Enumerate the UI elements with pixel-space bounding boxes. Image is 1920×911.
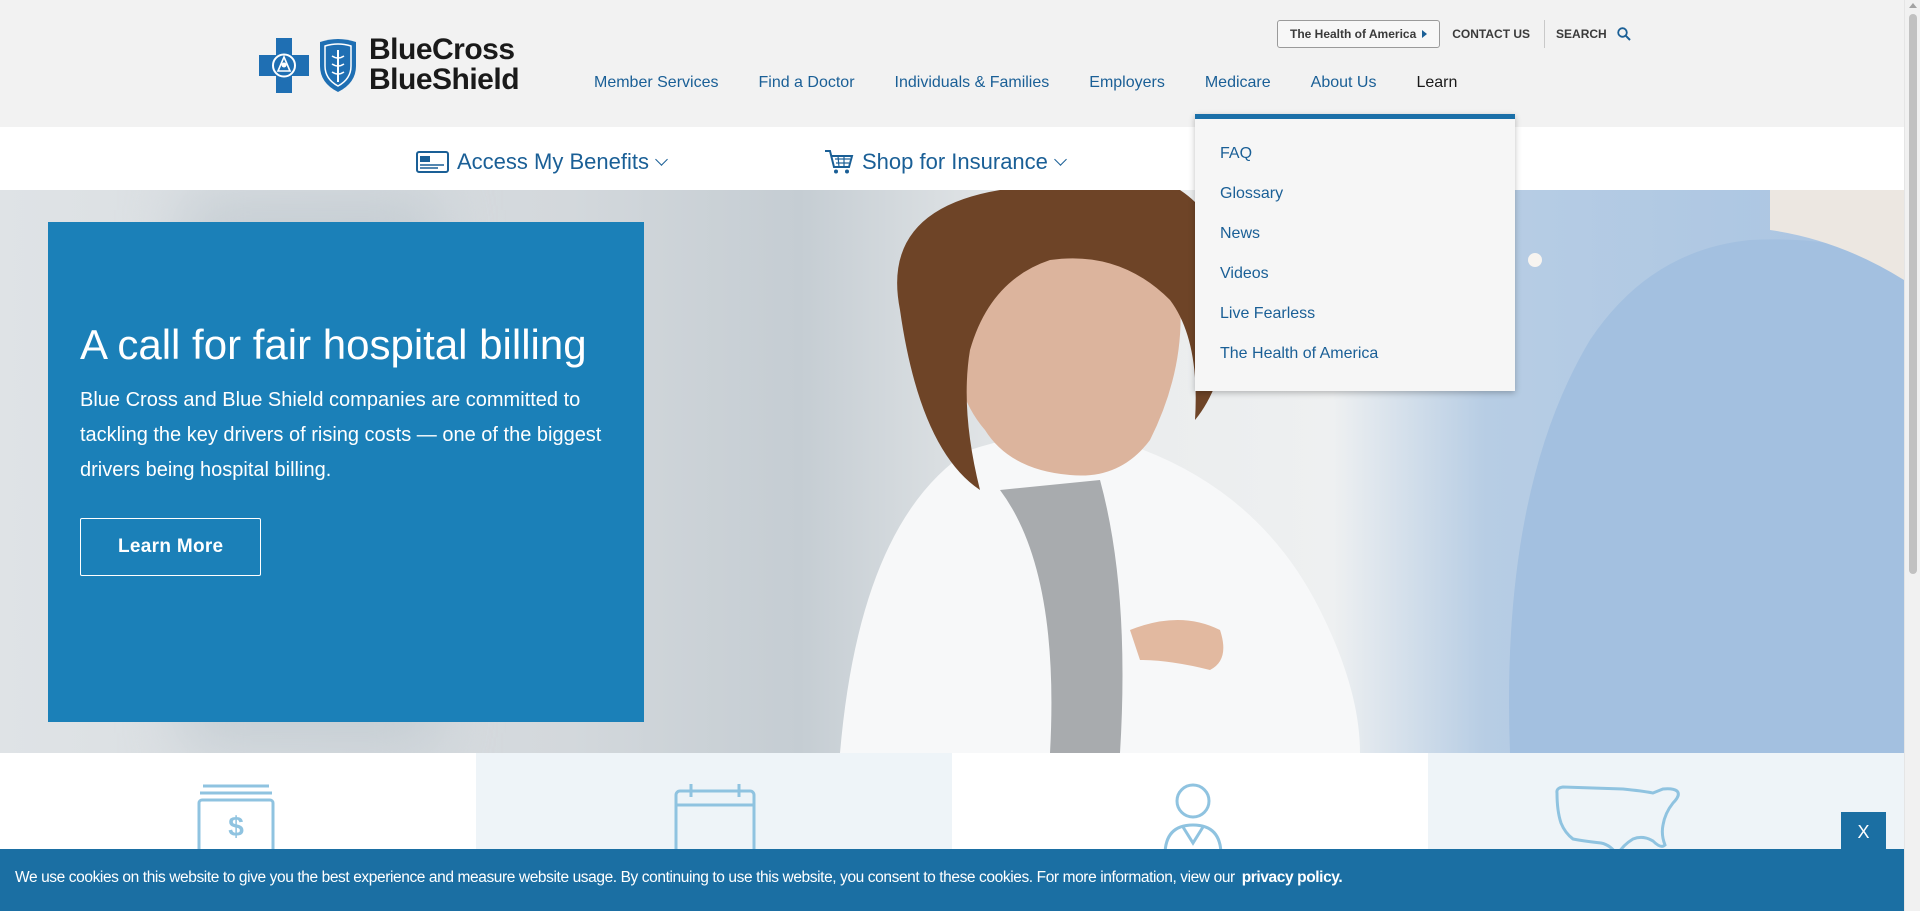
dropdown-item-faq[interactable]: FAQ bbox=[1220, 145, 1515, 185]
logo-line2: BlueShield bbox=[369, 63, 520, 96]
cookie-message: We use cookies on this website to give y… bbox=[15, 869, 1343, 887]
hero-title: A call for fair hospital billing bbox=[80, 321, 587, 368]
hero-body: Blue Cross and Blue Shield companies are… bbox=[80, 389, 602, 481]
sub-nav: Access My Benefits Shop for Insurance bbox=[0, 127, 1904, 190]
nav-find-a-doctor[interactable]: Find a Doctor bbox=[758, 74, 854, 92]
chevron-down-icon bbox=[655, 152, 668, 166]
dropdown-item-news[interactable]: News bbox=[1220, 225, 1515, 265]
feature-tile-locations[interactable] bbox=[1428, 753, 1904, 861]
dropdown-item-videos[interactable]: Videos bbox=[1220, 265, 1515, 305]
access-benefits-label: Access My Benefits bbox=[457, 149, 649, 174]
member-card-icon bbox=[416, 151, 449, 173]
utility-nav: The Health of America CONTACT US SEARCH bbox=[1277, 20, 1631, 48]
blue-cross-icon bbox=[259, 37, 309, 93]
cookie-text: We use cookies on this website to give y… bbox=[15, 869, 1235, 886]
nav-medicare[interactable]: Medicare bbox=[1205, 74, 1271, 92]
page-scrollbar[interactable] bbox=[1904, 0, 1920, 911]
usa-map-icon bbox=[1555, 785, 1680, 855]
hero-banner: A call for fair hospital billing Blue Cr… bbox=[0, 190, 1904, 753]
contact-us-link[interactable]: CONTACT US bbox=[1452, 27, 1530, 41]
learn-dropdown-menu: FAQ Glossary News Videos Live Fearless T… bbox=[1195, 114, 1515, 391]
feature-tile-calendar[interactable] bbox=[476, 753, 952, 861]
learn-more-button[interactable]: Learn More bbox=[80, 518, 262, 576]
bcbs-logo[interactable]: BlueCross BlueShield bbox=[259, 33, 520, 96]
shop-insurance-dropdown[interactable]: Shop for Insurance bbox=[824, 149, 1067, 175]
feature-tile-costs[interactable]: $ bbox=[0, 753, 476, 861]
cookie-close-label: X bbox=[1857, 821, 1870, 842]
blue-shield-icon bbox=[320, 38, 356, 92]
hero-promo-panel: A call for fair hospital billing Blue Cr… bbox=[48, 222, 644, 722]
dollar-card-icon: $ bbox=[197, 784, 275, 853]
feature-tile-doctor[interactable] bbox=[952, 753, 1428, 861]
shop-insurance-label: Shop for Insurance bbox=[862, 149, 1048, 174]
person-icon bbox=[1163, 783, 1223, 855]
scroll-up-arrow-icon[interactable] bbox=[1909, 3, 1917, 8]
health-of-america-button[interactable]: The Health of America bbox=[1277, 20, 1441, 48]
scrollbar-thumb[interactable] bbox=[1909, 14, 1917, 574]
site-header: BlueCross BlueShield The Health of Ameri… bbox=[0, 0, 1904, 127]
shopping-cart-icon bbox=[825, 150, 854, 174]
dropdown-item-health-of-america[interactable]: The Health of America bbox=[1220, 345, 1515, 385]
dropdown-item-live-fearless[interactable]: Live Fearless bbox=[1220, 305, 1515, 345]
logo-wordmark: BlueCross BlueShield bbox=[369, 33, 520, 96]
feature-strip: $ bbox=[0, 753, 1904, 861]
nav-employers[interactable]: Employers bbox=[1089, 74, 1165, 92]
utility-divider bbox=[1544, 20, 1546, 48]
nav-learn[interactable]: Learn bbox=[1416, 74, 1457, 92]
privacy-policy-link[interactable]: privacy policy. bbox=[1242, 869, 1343, 886]
cookie-close-button[interactable]: X bbox=[1841, 812, 1886, 852]
nav-individuals-families[interactable]: Individuals & Families bbox=[895, 74, 1050, 92]
access-benefits-dropdown[interactable]: Access My Benefits bbox=[416, 149, 668, 175]
logo-line1: BlueCross bbox=[369, 33, 515, 66]
search-button[interactable]: SEARCH bbox=[1556, 27, 1631, 41]
caret-right-icon bbox=[1422, 30, 1428, 38]
health-of-america-label: The Health of America bbox=[1290, 27, 1417, 41]
nav-about-us[interactable]: About Us bbox=[1311, 74, 1377, 92]
search-label: SEARCH bbox=[1556, 27, 1607, 41]
calendar-icon bbox=[674, 784, 756, 855]
search-icon bbox=[1617, 27, 1631, 41]
chevron-down-icon bbox=[1054, 152, 1067, 166]
cookie-banner: We use cookies on this website to give y… bbox=[0, 849, 1904, 911]
svg-text:$: $ bbox=[228, 811, 244, 842]
dropdown-item-glossary[interactable]: Glossary bbox=[1220, 185, 1515, 225]
nav-member-services[interactable]: Member Services bbox=[594, 74, 718, 92]
main-nav: Member Services Find a Doctor Individual… bbox=[594, 74, 1497, 92]
